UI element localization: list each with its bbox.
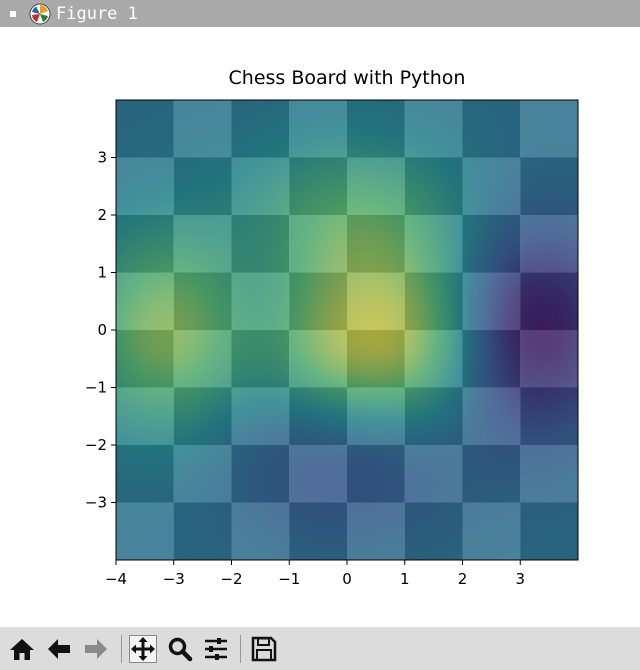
y-tick-label: 0 (97, 321, 107, 339)
y-tick-label: 3 (97, 149, 107, 167)
toolbar-separator (121, 635, 122, 663)
y-tick-label: −1 (85, 379, 107, 397)
home-icon[interactable] (8, 635, 36, 663)
save-icon[interactable] (250, 635, 278, 663)
pan-icon[interactable] (129, 635, 157, 663)
navigation-toolbar (0, 627, 640, 670)
function-heatmap-layer (116, 100, 578, 560)
x-tick-label: 3 (515, 570, 525, 588)
x-tick-label: 0 (342, 570, 352, 588)
x-tick-label: 2 (458, 570, 468, 588)
window-title: Figure 1 (56, 4, 138, 24)
y-tick-label: 1 (97, 264, 107, 282)
zoom-icon[interactable] (166, 635, 194, 663)
forward-arrow-icon[interactable] (82, 635, 110, 663)
x-tick-label: −2 (220, 570, 242, 588)
y-tick-label: 2 (97, 206, 107, 224)
matplotlib-icon (29, 3, 51, 25)
x-tick-label: −1 (278, 570, 300, 588)
y-tick-label: −3 (85, 494, 107, 512)
figure-canvas[interactable]: Chess Board with Python −4 −3 −2 −1 0 1 2 3 −3−… (0, 27, 640, 627)
back-arrow-icon[interactable] (45, 635, 73, 663)
y-axis: −3 −2 −1 0 1 2 3 (85, 149, 116, 512)
plot[interactable]: −4 −3 −2 −1 0 1 2 3 −3 −2 −1 0 1 2 3 (0, 27, 640, 627)
x-tick-label: −3 (163, 570, 185, 588)
window-menu-icon[interactable] (10, 11, 16, 17)
x-tick-label: −4 (105, 570, 127, 588)
configure-subplots-icon[interactable] (202, 635, 230, 663)
x-axis: −4 −3 −2 −1 0 1 2 3 (105, 560, 525, 588)
toolbar-separator (240, 635, 241, 663)
y-tick-label: −2 (85, 436, 107, 454)
x-tick-label: 1 (400, 570, 410, 588)
window-titlebar: Figure 1 (0, 0, 640, 27)
